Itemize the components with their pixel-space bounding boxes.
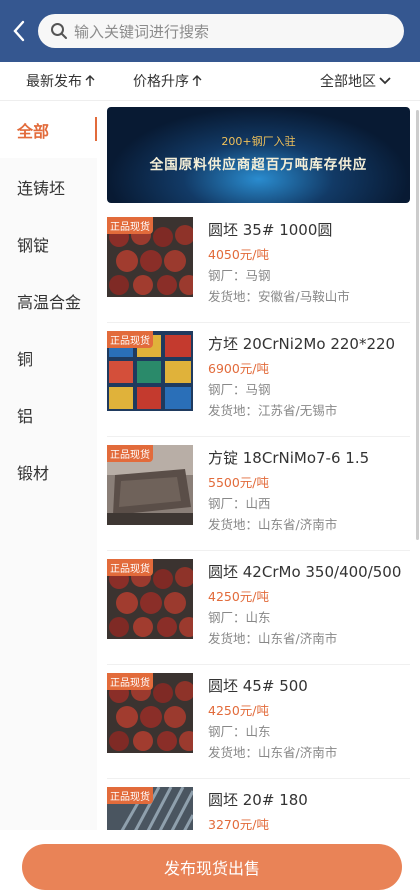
category-item-forging[interactable]: 锻材 bbox=[0, 443, 97, 500]
product-item[interactable]: 正品现货 圆坯 42CrMo 350/400/500 4250元/吨 钢厂：山东… bbox=[107, 551, 410, 665]
genuine-stock-badge: 正品现货 bbox=[107, 445, 153, 462]
product-origin: 发货地：安徽省/马鞍山市 bbox=[208, 289, 350, 304]
publish-stock-button[interactable]: 发布现货出售 bbox=[22, 844, 402, 890]
product-item[interactable]: 正品现货 圆坯 45# 500 4250元/吨 钢厂：山东 发货地：山东省/济南… bbox=[107, 665, 410, 779]
category-item-continuous-casting-billet[interactable]: 连铸坯 bbox=[0, 158, 97, 215]
product-price: 4050元/吨 bbox=[208, 247, 270, 262]
product-list: 200+钢厂入驻 全国原料供应商超百万吨库存供应 正品现货 圆坯 35# 100… bbox=[97, 101, 420, 841]
product-origin: 发货地：江苏省/无锡市 bbox=[208, 403, 338, 418]
category-item-superalloy[interactable]: 高温合金 bbox=[0, 272, 97, 329]
product-item[interactable]: 正品现货 方锭 18CrNiMo7-6 1.5 5500元/吨 钢厂：山西 发货… bbox=[107, 437, 410, 551]
bottom-bar: 发布现货出售 bbox=[0, 830, 420, 893]
sort-latest-label: 最新发布 bbox=[26, 74, 82, 90]
product-item[interactable]: 正品现货 圆坯 35# 1000圆 4050元/吨 钢厂：马钢 发货地：安徽省/… bbox=[107, 209, 410, 323]
product-title: 圆坯 20# 180 bbox=[208, 791, 308, 809]
sort-price-label: 价格升序 bbox=[133, 74, 189, 90]
genuine-stock-badge: 正品现货 bbox=[107, 559, 153, 576]
product-title: 方坯 20CrNi2Mo 220*220 bbox=[208, 335, 396, 353]
product-price: 4250元/吨 bbox=[208, 589, 270, 604]
sort-latest[interactable]: 最新发布 bbox=[26, 71, 95, 91]
product-price: 4250元/吨 bbox=[208, 703, 270, 718]
product-mill: 钢厂：山东 bbox=[208, 724, 271, 739]
arrow-up-icon bbox=[85, 75, 95, 86]
genuine-stock-badge: 正品现货 bbox=[107, 217, 153, 234]
product-price: 6900元/吨 bbox=[208, 361, 270, 376]
product-origin: 发货地：山东省/济南市 bbox=[208, 745, 338, 760]
product-item[interactable]: 正品现货 方坯 20CrNi2Mo 220*220 6900元/吨 钢厂：马钢 … bbox=[107, 323, 410, 437]
product-price: 5500元/吨 bbox=[208, 475, 270, 490]
banner-title: 全国原料供应商超百万吨库存供应 bbox=[149, 157, 368, 173]
product-image: 正品现货 bbox=[107, 445, 193, 525]
sort-price[interactable]: 价格升序 bbox=[133, 71, 202, 91]
scrollbar[interactable] bbox=[416, 110, 419, 540]
product-title: 圆坯 42CrMo 350/400/500 bbox=[208, 563, 402, 581]
category-item-aluminum[interactable]: 铝 bbox=[0, 386, 97, 443]
chevron-down-icon bbox=[379, 77, 391, 85]
chevron-left-icon bbox=[13, 20, 25, 42]
search-placeholder: 输入关键词进行搜索 bbox=[74, 22, 210, 41]
product-image: 正品现货 bbox=[107, 673, 193, 753]
region-filter-label: 全部地区 bbox=[320, 74, 376, 90]
product-title: 圆坯 45# 500 bbox=[208, 677, 308, 695]
header-bar: 输入关键词进行搜索 bbox=[0, 0, 420, 62]
region-filter[interactable]: 全部地区 bbox=[320, 71, 391, 91]
arrow-up-icon bbox=[192, 75, 202, 86]
search-input[interactable]: 输入关键词进行搜索 bbox=[38, 14, 404, 48]
product-mill: 钢厂：马钢 bbox=[208, 268, 271, 283]
product-title: 圆坯 35# 1000圆 bbox=[208, 221, 333, 239]
category-sidebar: 全部 连铸坯 钢锭 高温合金 铜 铝 锻材 bbox=[0, 101, 97, 841]
search-icon bbox=[51, 23, 67, 39]
product-image: 正品现货 bbox=[107, 559, 193, 639]
back-button[interactable] bbox=[0, 0, 38, 62]
promo-banner[interactable]: 200+钢厂入驻 全国原料供应商超百万吨库存供应 bbox=[107, 107, 410, 203]
product-origin: 发货地：山东省/济南市 bbox=[208, 517, 338, 532]
banner-subtitle: 200+钢厂入驻 bbox=[221, 135, 296, 148]
filter-bar: 最新发布 价格升序 全部地区 bbox=[0, 62, 420, 101]
product-mill: 钢厂：马钢 bbox=[208, 382, 271, 397]
category-item-ingot[interactable]: 钢锭 bbox=[0, 215, 97, 272]
product-origin: 发货地：山东省/济南市 bbox=[208, 631, 338, 646]
product-image: 正品现货 bbox=[107, 331, 193, 411]
genuine-stock-badge: 正品现货 bbox=[107, 787, 153, 804]
category-item-all[interactable]: 全部 bbox=[0, 101, 97, 158]
genuine-stock-badge: 正品现货 bbox=[107, 331, 153, 348]
product-title: 方锭 18CrNiMo7-6 1.5 bbox=[208, 449, 370, 467]
category-item-copper[interactable]: 铜 bbox=[0, 329, 97, 386]
product-image: 正品现货 bbox=[107, 217, 193, 297]
product-mill: 钢厂：山东 bbox=[208, 610, 271, 625]
product-mill: 钢厂：山西 bbox=[208, 496, 271, 511]
genuine-stock-badge: 正品现货 bbox=[107, 673, 153, 690]
